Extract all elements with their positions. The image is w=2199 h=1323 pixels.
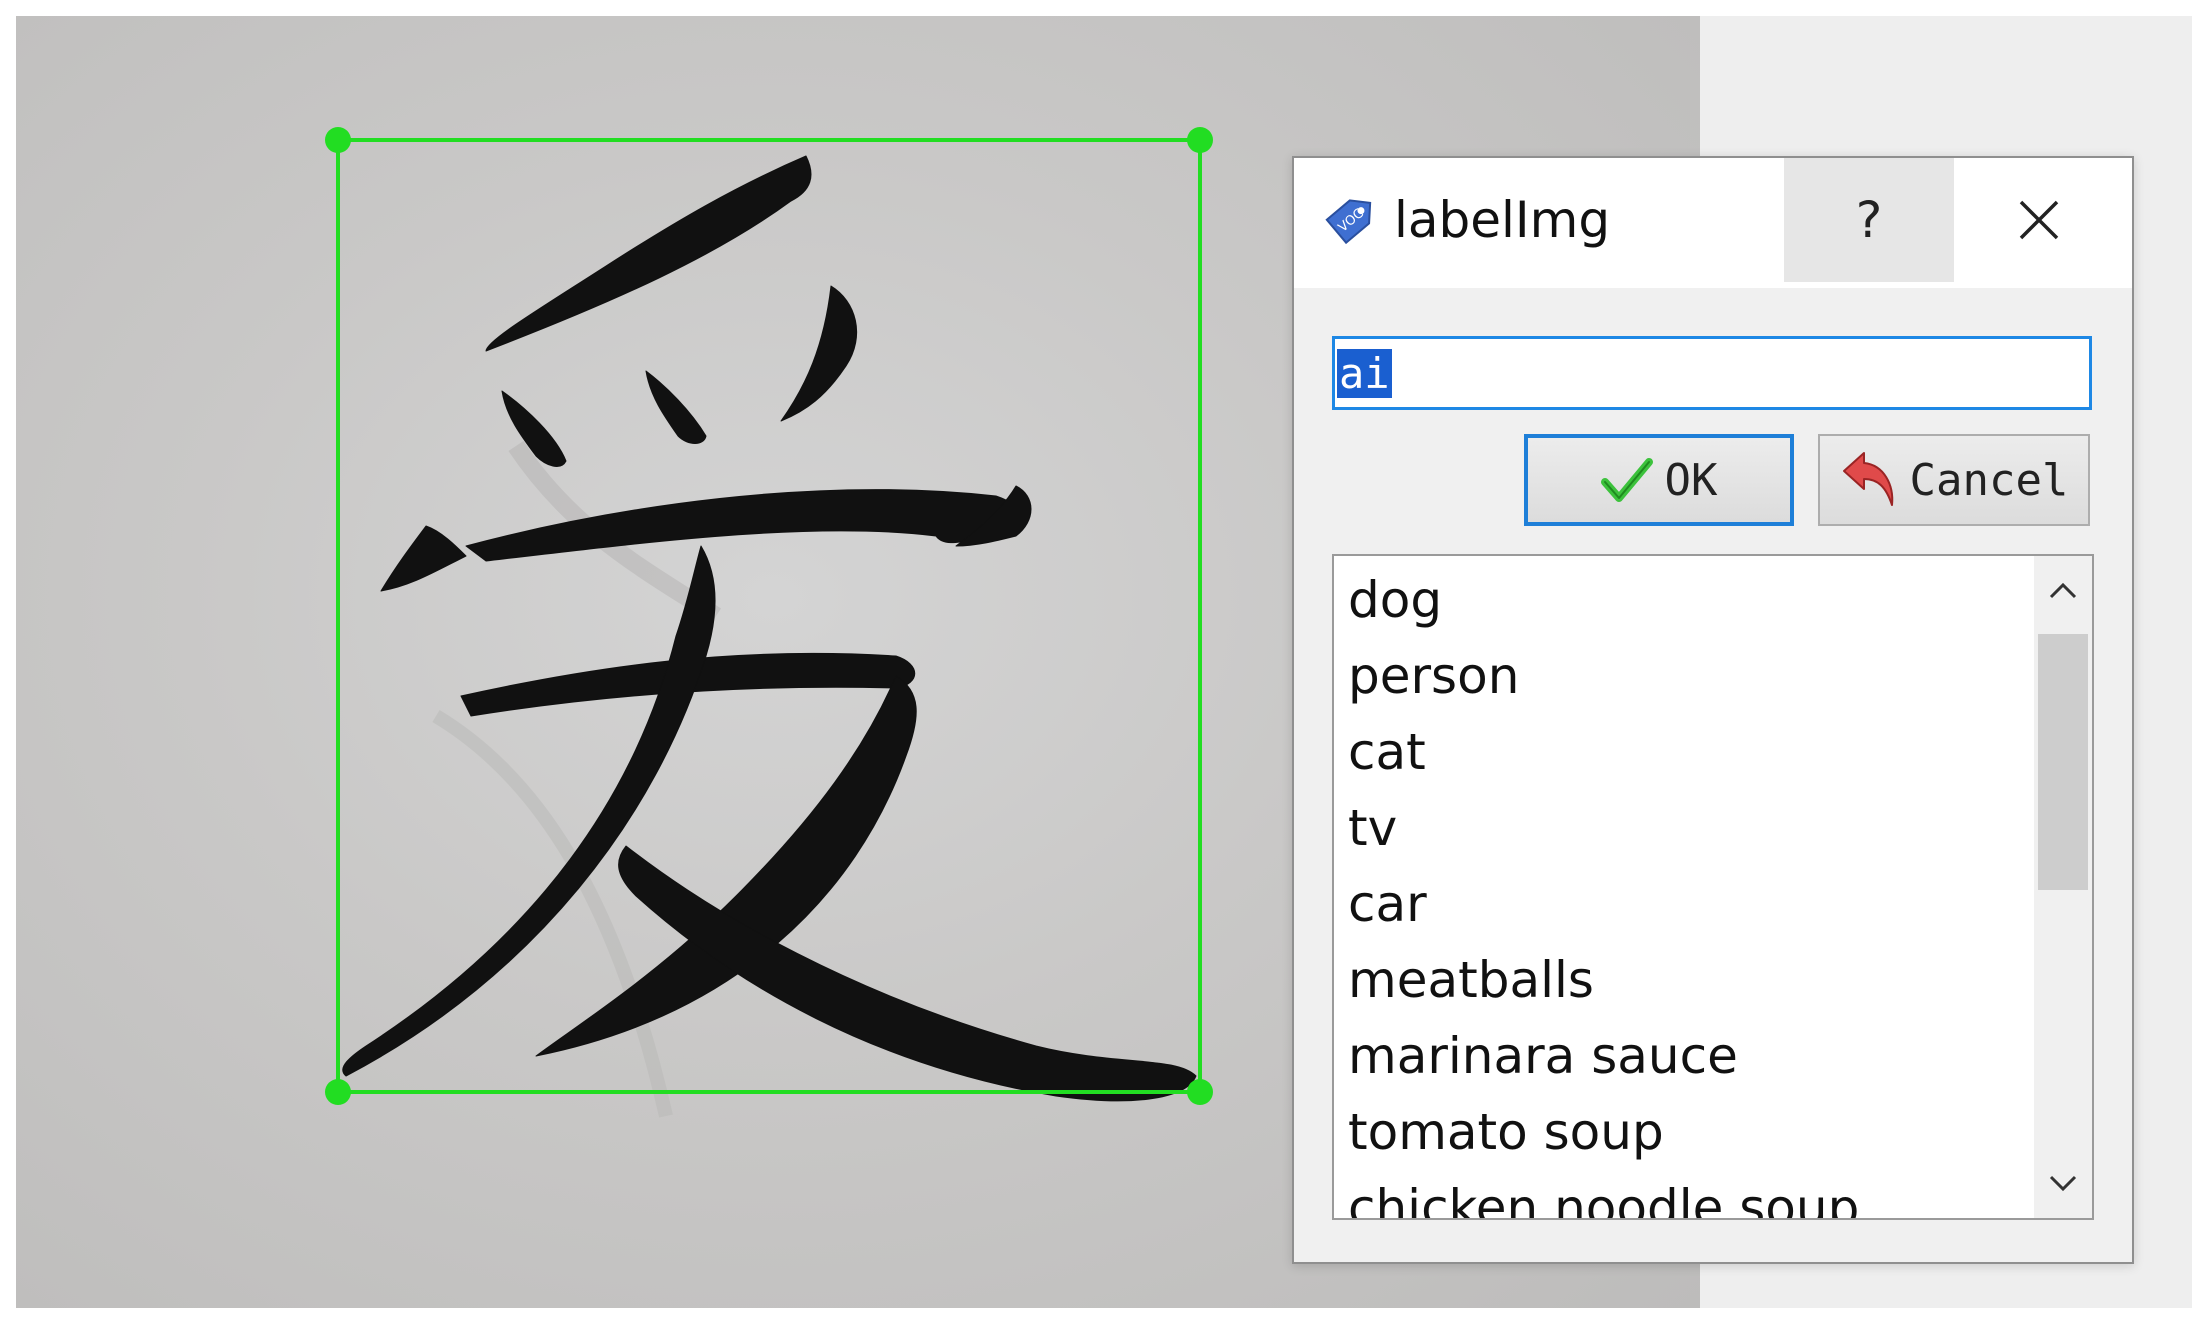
bbox-handle-bottom-right[interactable] xyxy=(1187,1079,1213,1105)
list-item[interactable]: dog xyxy=(1348,562,1859,638)
cancel-button[interactable]: Cancel xyxy=(1818,434,2090,526)
label-input-value: ai xyxy=(1337,348,1392,398)
list-item[interactable]: chicken noodle soup xyxy=(1348,1170,1859,1218)
list-item[interactable]: cat xyxy=(1348,714,1859,790)
close-icon xyxy=(2019,200,2059,240)
list-item[interactable]: car xyxy=(1348,866,1859,942)
undo-arrow-icon xyxy=(1842,452,1893,506)
image-canvas[interactable]: VOC labelImg ? ai OK Cancel dog person c… xyxy=(16,16,2192,1308)
stroke-left-hook xyxy=(380,525,467,592)
dialog-title: labelImg xyxy=(1394,191,1611,249)
list-item[interactable]: meatballs xyxy=(1348,942,1859,1018)
cancel-label: Cancel xyxy=(1909,454,2069,506)
chevron-up-icon[interactable] xyxy=(2042,570,2084,612)
scrollbar-thumb[interactable] xyxy=(2038,634,2088,890)
help-button[interactable]: ? xyxy=(1784,158,1954,282)
voc-tag-icon: VOC xyxy=(1325,199,1372,245)
label-list[interactable]: dog person cat tv car meatballs marinara… xyxy=(1332,554,2094,1220)
label-dialog: VOC labelImg ? ai OK Cancel dog person c… xyxy=(1292,156,2134,1264)
list-item[interactable]: tomato soup xyxy=(1348,1094,1859,1170)
list-item[interactable]: person xyxy=(1348,638,1859,714)
question-icon: ? xyxy=(1855,191,1883,249)
bbox-handle-top-left[interactable] xyxy=(325,127,351,153)
checkmark-icon xyxy=(1600,458,1653,502)
stroke-dot-2 xyxy=(645,370,707,444)
stroke-top xyxy=(485,155,812,352)
ok-button[interactable]: OK xyxy=(1524,434,1794,526)
chevron-down-icon[interactable] xyxy=(2042,1162,2084,1204)
list-item[interactable]: marinara sauce xyxy=(1348,1018,1859,1094)
label-input[interactable]: ai xyxy=(1332,336,2092,410)
bbox-handle-top-right[interactable] xyxy=(1187,127,1213,153)
list-item[interactable]: tv xyxy=(1348,790,1859,866)
close-button[interactable] xyxy=(1964,158,2114,282)
character-ai xyxy=(342,155,1197,1102)
bbox-handle-bottom-left[interactable] xyxy=(325,1079,351,1105)
list-scrollbar[interactable] xyxy=(2034,556,2092,1218)
ok-label: OK xyxy=(1664,454,1718,506)
dialog-titlebar[interactable]: VOC labelImg ? xyxy=(1294,158,2132,288)
stroke-dot-3 xyxy=(780,285,858,422)
